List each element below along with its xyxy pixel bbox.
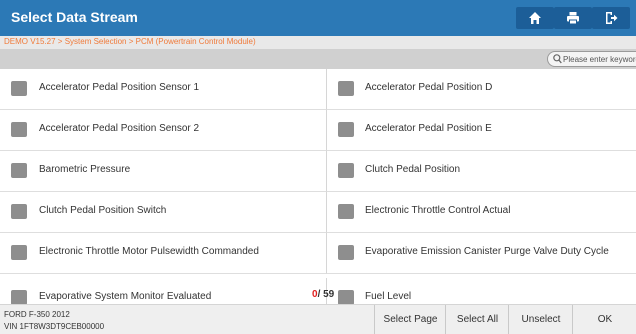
total-count: / 59 <box>317 289 335 300</box>
item-label: Accelerator Pedal Position Sensor 2 <box>39 123 200 134</box>
list-item[interactable]: Evaporative System Monitor Evaluated <box>0 278 327 304</box>
list-row: Accelerator Pedal Position Sensor 2 Acce… <box>0 110 636 151</box>
checkbox[interactable] <box>11 81 27 96</box>
checkbox[interactable] <box>11 122 27 137</box>
footer-bar: FORD F-350 2012 VIN 1FT8W3DT9CEB00000 Se… <box>0 304 636 334</box>
print-icon <box>567 12 579 25</box>
list-item[interactable]: Accelerator Pedal Position Sensor 1 <box>0 69 327 110</box>
checkbox[interactable] <box>11 245 27 260</box>
item-label: Clutch Pedal Position <box>365 164 461 175</box>
list-item[interactable]: Evaporative Emission Canister Purge Valv… <box>327 233 636 274</box>
list-row: Barometric Pressure Clutch Pedal Positio… <box>0 151 636 192</box>
list-item[interactable]: Accelerator Pedal Position E <box>327 110 636 151</box>
item-label: Fuel Level <box>365 291 412 302</box>
search-input[interactable] <box>563 52 636 66</box>
list-row: Clutch Pedal Position Switch Electronic … <box>0 192 636 233</box>
unselect-button[interactable]: Unselect <box>508 305 573 334</box>
list-item[interactable]: Electronic Throttle Motor Pulsewidth Com… <box>0 233 327 274</box>
list-item[interactable]: Clutch Pedal Position Switch <box>0 192 327 233</box>
list-item[interactable]: Barometric Pressure <box>0 151 327 192</box>
item-label: Accelerator Pedal Position Sensor 1 <box>39 82 200 93</box>
vehicle-model: FORD F-350 2012 <box>4 310 70 319</box>
checkbox[interactable] <box>338 245 354 260</box>
selection-counter: 0/ 59 <box>312 289 334 300</box>
list-item[interactable]: Accelerator Pedal Position D <box>327 69 636 110</box>
checkbox[interactable] <box>338 204 354 219</box>
select-all-button[interactable]: Select All <box>445 305 509 334</box>
list-row: Electronic Throttle Motor Pulsewidth Com… <box>0 233 636 274</box>
checkbox[interactable] <box>11 204 27 219</box>
item-label: Electronic Throttle Control Actual <box>365 205 511 216</box>
checkbox[interactable] <box>11 163 27 178</box>
checkbox[interactable] <box>338 81 354 96</box>
list-item[interactable]: Clutch Pedal Position <box>327 151 636 192</box>
search-box[interactable] <box>547 51 636 67</box>
home-button[interactable] <box>516 7 554 29</box>
item-label: Evaporative System Monitor Evaluated <box>39 291 212 302</box>
checkbox[interactable] <box>338 122 354 137</box>
vehicle-vin: VIN 1FT8W3DT9CEB00000 <box>4 322 105 331</box>
data-stream-list: Accelerator Pedal Position Sensor 1 Acce… <box>0 69 636 304</box>
exit-icon <box>606 12 618 24</box>
select-page-button[interactable]: Select Page <box>374 305 446 334</box>
checkbox[interactable] <box>338 163 354 178</box>
list-item[interactable]: Electronic Throttle Control Actual <box>327 192 636 233</box>
exit-button[interactable] <box>592 7 630 29</box>
list-row: Accelerator Pedal Position Sensor 1 Acce… <box>0 69 636 110</box>
print-button[interactable] <box>554 7 592 29</box>
checkbox[interactable] <box>338 290 354 304</box>
title-bar: Select Data Stream <box>0 0 636 36</box>
item-label: Accelerator Pedal Position E <box>365 123 492 134</box>
ok-button[interactable]: OK <box>572 305 636 334</box>
home-icon <box>529 12 541 24</box>
search-bar <box>0 49 636 69</box>
item-label: Accelerator Pedal Position D <box>365 82 493 93</box>
list-item[interactable]: Accelerator Pedal Position Sensor 2 <box>0 110 327 151</box>
item-label: Evaporative Emission Canister Purge Valv… <box>365 246 609 257</box>
item-label: Clutch Pedal Position Switch <box>39 205 167 216</box>
page-title: Select Data Stream <box>11 9 138 25</box>
breadcrumb-text: DEMO V15.27 > System Selection > PCM (Po… <box>4 37 256 46</box>
item-label: Electronic Throttle Motor Pulsewidth Com… <box>39 246 259 257</box>
checkbox[interactable] <box>11 290 27 304</box>
list-item[interactable]: Fuel Level <box>327 278 636 304</box>
breadcrumb: DEMO V15.27 > System Selection > PCM (Po… <box>0 36 636 49</box>
search-icon <box>553 54 562 64</box>
item-label: Barometric Pressure <box>39 164 131 175</box>
